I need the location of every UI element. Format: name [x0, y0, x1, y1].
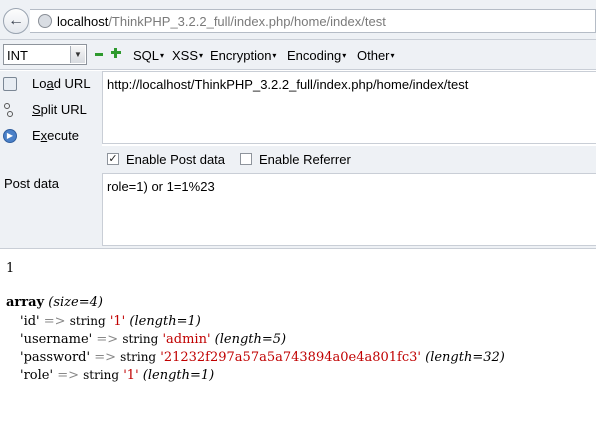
- url-path: /ThinkPHP_3.2.2_full/index.php/home/inde…: [108, 14, 386, 29]
- enable-post-label[interactable]: Enable Post data: [126, 152, 225, 167]
- post-data-value: role=1) or 1=1%23: [107, 179, 215, 194]
- url-textarea-value: http://localhost/ThinkPHP_3.2.2_full/ind…: [107, 77, 469, 92]
- dump-row: 'username' => string 'admin' (length=5): [20, 332, 287, 347]
- output-first-line: 1: [6, 261, 15, 276]
- back-arrow-icon: ←: [8, 12, 24, 29]
- decrease-icon[interactable]: [95, 53, 103, 56]
- address-field[interactable]: localhost/ThinkPHP_3.2.2_full/index.php/…: [30, 9, 596, 33]
- menu-encoding[interactable]: Encoding▾: [287, 48, 346, 63]
- address-text: localhost/ThinkPHP_3.2.2_full/index.php/…: [57, 14, 386, 29]
- type-select-value: INT: [7, 48, 28, 63]
- url-host: localhost: [57, 14, 109, 29]
- menu-other[interactable]: Other▾: [357, 48, 395, 63]
- enable-referrer-checkbox[interactable]: [240, 153, 252, 165]
- divider: [0, 248, 596, 249]
- dump-row: 'password' => string '21232f297a57a5a743…: [20, 350, 505, 365]
- menu-sql[interactable]: SQL▾: [133, 48, 164, 63]
- execute-icon: ▶: [3, 129, 17, 143]
- split-url-label: Split URL: [32, 102, 87, 117]
- scissors-icon: [3, 103, 13, 117]
- back-button[interactable]: ←: [3, 8, 29, 34]
- enable-post-checkbox[interactable]: ✓: [107, 153, 119, 165]
- url-textarea[interactable]: http://localhost/ThinkPHP_3.2.2_full/ind…: [102, 71, 596, 144]
- load-url-icon: [3, 77, 17, 91]
- post-data-panel: Post data role=1) or 1=1%23: [0, 173, 596, 248]
- type-select[interactable]: INT ▼: [3, 44, 87, 65]
- execute-button[interactable]: ▶ Execute: [0, 125, 100, 147]
- split-url-button[interactable]: Split URL: [0, 99, 100, 121]
- array-keyword: array: [6, 295, 45, 310]
- increase-icon[interactable]: [111, 48, 121, 58]
- load-url-label: Load URL: [32, 76, 91, 91]
- array-size: (size=4): [48, 295, 103, 310]
- load-url-button[interactable]: Load URL: [0, 73, 100, 95]
- post-data-label: Post data: [4, 176, 59, 191]
- execute-label: Execute: [32, 128, 79, 143]
- enable-referrer-label[interactable]: Enable Referrer: [259, 152, 351, 167]
- dropdown-arrow-icon[interactable]: ▼: [70, 46, 85, 63]
- var-dump-header: array (size=4): [6, 294, 103, 312]
- dump-row: 'id' => string '1' (length=1): [20, 314, 201, 329]
- browser-address-bar: ← localhost/ThinkPHP_3.2.2_full/index.ph…: [0, 0, 596, 40]
- dump-row: 'role' => string '1' (length=1): [20, 368, 215, 383]
- hackbar-toolbar: INT ▼ SQL▾ XSS▾ Encryption▾ Encoding▾ Ot…: [0, 40, 596, 70]
- post-data-textarea[interactable]: role=1) or 1=1%23: [102, 173, 596, 246]
- menu-encryption[interactable]: Encryption▾: [210, 48, 276, 63]
- globe-icon: [38, 14, 52, 28]
- menu-xss[interactable]: XSS▾: [172, 48, 203, 63]
- options-row: ✓ Enable Post data Enable Referrer: [0, 146, 596, 173]
